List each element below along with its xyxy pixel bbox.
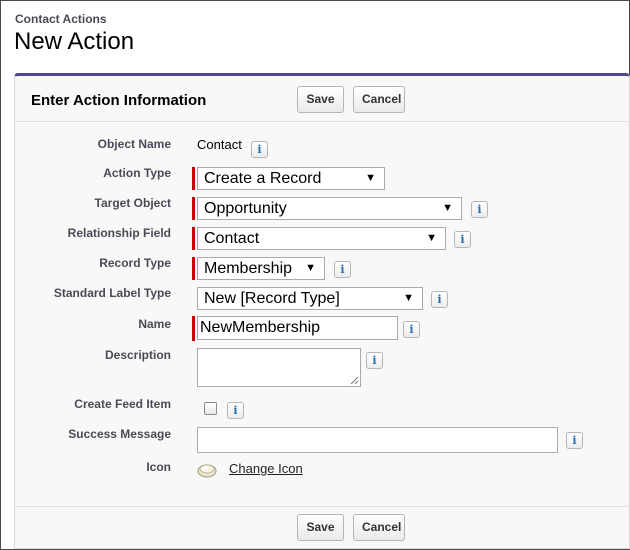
cancel-button-top[interactable]: Cancel: [353, 86, 405, 113]
breadcrumb: Contact Actions: [15, 12, 107, 26]
create-feed-item-info-icon[interactable]: i: [227, 402, 244, 419]
success-message-input[interactable]: [197, 427, 558, 453]
name-info-icon[interactable]: i: [403, 321, 420, 338]
chevron-down-icon: ▼: [365, 172, 376, 184]
panel-header: Enter Action Information Save Cancel: [15, 76, 629, 122]
chevron-down-icon: ▼: [403, 292, 414, 304]
relationship-field-label: Relationship Field: [67, 226, 171, 240]
action-type-selected-value: Create a Record: [204, 170, 322, 187]
action-type-label: Action Type: [103, 166, 171, 180]
icon-label: Icon: [146, 460, 171, 474]
relationship-field-selected-value: Contact: [204, 230, 260, 247]
create-feed-item-label: Create Feed Item: [74, 397, 171, 411]
standard-label-type-select[interactable]: New [Record Type] ▼: [197, 287, 423, 310]
window-frame: Contact Actions New Action Enter Action …: [0, 0, 630, 550]
target-object-select[interactable]: Opportunity ▼: [197, 197, 462, 220]
name-required-indicator: [192, 316, 195, 341]
action-type-required-indicator: [192, 167, 195, 190]
record-type-required-indicator: [192, 257, 195, 280]
name-input[interactable]: [197, 316, 398, 340]
action-info-panel: Enter Action Information Save Cancel Obj…: [14, 73, 630, 549]
target-object-label: Target Object: [94, 196, 171, 210]
success-message-label: Success Message: [68, 427, 171, 441]
record-type-selected-value: Membership: [204, 260, 293, 277]
create-feed-item-checkbox[interactable]: [204, 402, 217, 415]
record-type-select[interactable]: Membership ▼: [197, 257, 325, 280]
name-label: Name: [138, 317, 171, 331]
action-type-select[interactable]: Create a Record ▼: [197, 167, 385, 190]
target-object-required-indicator: [192, 197, 195, 220]
relationship-field-required-indicator: [192, 227, 195, 250]
standard-label-type-info-icon[interactable]: i: [431, 291, 448, 308]
chevron-down-icon: ▼: [305, 262, 316, 274]
relationship-field-info-icon[interactable]: i: [454, 231, 471, 248]
description-textarea[interactable]: [197, 348, 361, 387]
success-message-info-icon[interactable]: i: [566, 432, 583, 449]
record-type-info-icon[interactable]: i: [334, 261, 351, 278]
resize-grip-icon[interactable]: [350, 376, 359, 385]
object-name-label: Object Name: [97, 137, 171, 151]
standard-label-type-selected-value: New [Record Type]: [204, 290, 340, 307]
panel-title: Enter Action Information: [31, 92, 207, 109]
relationship-field-select[interactable]: Contact ▼: [197, 227, 446, 250]
change-icon-link[interactable]: Change Icon: [229, 461, 303, 476]
object-name-value: Contact: [197, 137, 242, 152]
target-object-info-icon[interactable]: i: [471, 201, 488, 218]
chevron-down-icon: ▼: [426, 232, 437, 244]
object-name-info-icon[interactable]: i: [251, 141, 268, 158]
cancel-button-bottom[interactable]: Cancel: [353, 514, 405, 541]
save-button-bottom[interactable]: Save: [297, 514, 344, 541]
standard-label-type-label: Standard Label Type: [53, 286, 171, 300]
chevron-down-icon: ▼: [442, 202, 453, 214]
record-type-label: Record Type: [99, 256, 171, 270]
save-button-top[interactable]: Save: [297, 86, 344, 113]
description-info-icon[interactable]: i: [366, 352, 383, 369]
description-label: Description: [104, 348, 171, 362]
page-title: New Action: [14, 28, 135, 55]
panel-footer: Save Cancel: [15, 506, 629, 548]
target-object-selected-value: Opportunity: [204, 200, 287, 217]
action-icon-preview: [197, 464, 217, 478]
